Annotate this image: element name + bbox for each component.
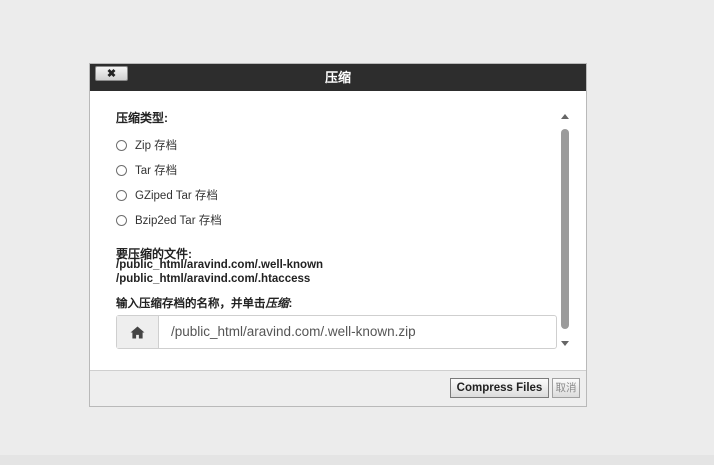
radio-tar-button[interactable] <box>116 164 127 176</box>
radio-bzip2-tar-label: Bzip2ed Tar 存档 <box>135 215 222 227</box>
compression-type-label: 压缩类型: <box>116 111 168 125</box>
compress-files-button[interactable]: Compress Files <box>450 378 549 398</box>
close-icon: ✖ <box>106 68 117 80</box>
radio-zip[interactable]: Zip 存档 <box>116 137 177 153</box>
file-item: /public_html/aravind.com/.htaccess <box>116 273 311 285</box>
archive-name-instruction: 输入压缩存档的名称，并单击压缩: <box>116 295 292 311</box>
dialog-title: 压缩 <box>324 70 351 85</box>
radio-gzip-tar-button[interactable] <box>116 189 127 201</box>
scroll-down-arrow-icon[interactable] <box>561 341 569 346</box>
radio-bzip2-tar-button[interactable] <box>116 214 127 226</box>
radio-gzip-tar[interactable]: GZiped Tar 存档 <box>116 187 218 203</box>
file-item: /public_html/aravind.com/.well-known <box>116 259 324 271</box>
radio-zip-label: Zip 存档 <box>135 140 178 152</box>
scroll-thumb[interactable] <box>561 129 569 329</box>
background-strip <box>0 455 714 465</box>
scroll-up-arrow-icon[interactable] <box>561 114 569 119</box>
dialog-footer: Compress Files 取消 <box>90 370 586 406</box>
radio-tar[interactable]: Tar 存档 <box>116 162 177 178</box>
archive-name-input[interactable] <box>159 316 556 348</box>
radio-tar-label: Tar 存档 <box>135 165 178 177</box>
scrollbar[interactable] <box>559 114 571 346</box>
input-addon <box>117 316 159 348</box>
archive-name-group <box>116 315 557 349</box>
page: 压缩 ✖ 压缩类型: Zip 存档 Tar 存档 GZiped Tar 存档 B… <box>0 0 714 465</box>
close-button[interactable]: ✖ <box>95 66 128 81</box>
radio-gzip-tar-label: GZiped Tar 存档 <box>135 190 218 202</box>
compress-dialog: 压缩 ✖ 压缩类型: Zip 存档 Tar 存档 GZiped Tar 存档 B… <box>89 63 587 407</box>
dialog-body: 压缩类型: Zip 存档 Tar 存档 GZiped Tar 存档 Bzip2e… <box>116 91 557 371</box>
instruction-suffix: : <box>288 298 293 310</box>
radio-bzip2-tar[interactable]: Bzip2ed Tar 存档 <box>116 212 222 228</box>
instruction-prefix: 输入压缩存档的名称，并单击 <box>116 298 266 310</box>
home-icon <box>130 325 145 339</box>
instruction-action: 压缩 <box>265 298 289 310</box>
dialog-titlebar: 压缩 ✖ <box>90 64 586 91</box>
cancel-button[interactable]: 取消 <box>552 378 580 398</box>
radio-zip-button[interactable] <box>116 139 127 151</box>
